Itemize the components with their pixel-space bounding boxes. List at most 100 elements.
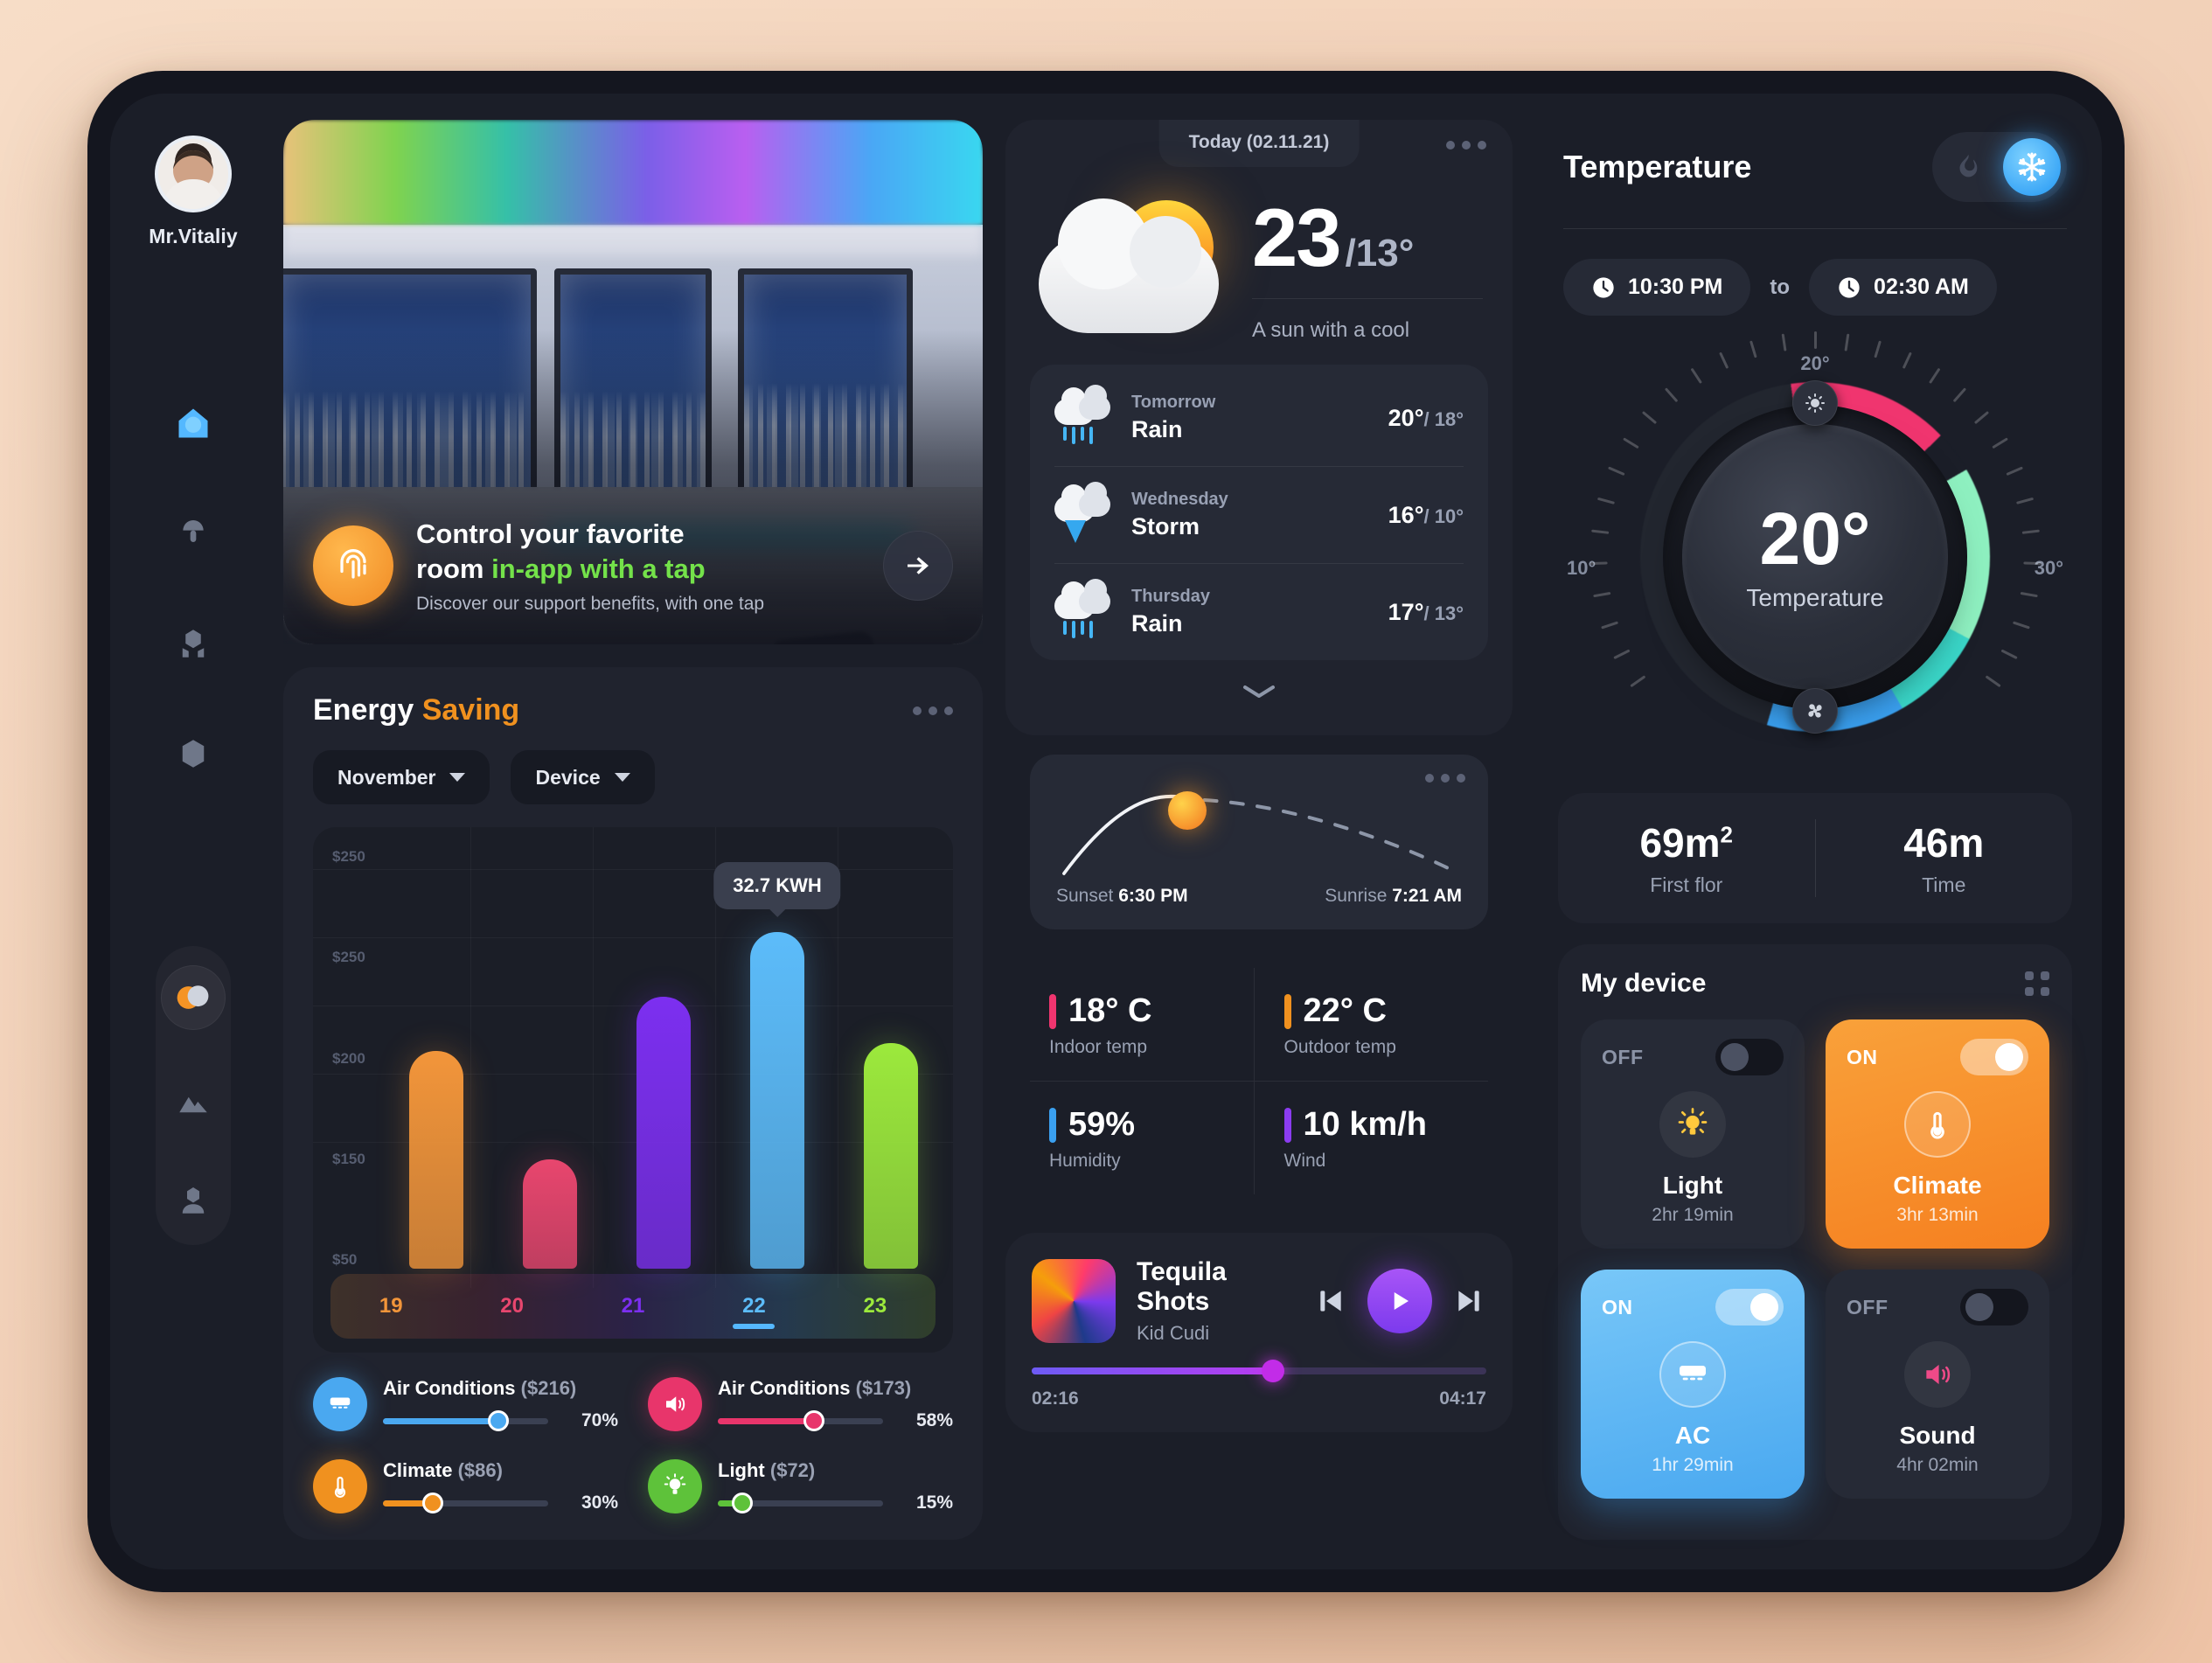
- chart-x-label[interactable]: 19: [330, 1294, 451, 1319]
- chart-bar[interactable]: [409, 1050, 463, 1269]
- device-cost: ($72): [769, 1459, 816, 1481]
- metric-value: 69m: [1639, 820, 1721, 866]
- mode-heat-button[interactable]: [1938, 138, 1996, 196]
- device-toggle[interactable]: [1960, 1039, 2028, 1075]
- mode-cool-button[interactable]: [2003, 138, 2061, 196]
- chart-y-axis: $250 $250 $200 $150 $50: [332, 848, 365, 1269]
- track-artist: Kid Cudi: [1137, 1322, 1210, 1344]
- fingerprint-icon[interactable]: [313, 525, 393, 606]
- stat-value: 18° C: [1068, 992, 1152, 1029]
- stat-humidity: 59% Humidity: [1030, 1082, 1254, 1194]
- filter-device-dropdown[interactable]: Device: [511, 750, 655, 804]
- dial-handle-cool[interactable]: [1792, 688, 1838, 734]
- dial-caption: Temperature: [1746, 584, 1884, 611]
- device-toggle[interactable]: [1715, 1289, 1784, 1326]
- hero-arrow-button[interactable]: [883, 531, 953, 601]
- time-from-button[interactable]: 10:30 PM: [1563, 259, 1751, 316]
- device-card-name: Light: [1662, 1172, 1723, 1199]
- chart-x-label[interactable]: 22: [693, 1294, 814, 1329]
- device-card[interactable]: ON Climate 3hr 13min: [1826, 1019, 2049, 1249]
- chart-x-label[interactable]: 23: [815, 1294, 936, 1319]
- time-to-button[interactable]: 02:30 AM: [1809, 259, 1997, 316]
- weather-expand-button[interactable]: [1005, 660, 1513, 716]
- device-slider-track[interactable]: [718, 1493, 883, 1513]
- sun-icon: [1168, 791, 1207, 830]
- chart-x-label[interactable]: 20: [451, 1294, 572, 1319]
- device-slider-track[interactable]: [383, 1410, 548, 1431]
- ac-icon: [313, 1377, 367, 1431]
- user-name: Mr.Vitaliy: [149, 225, 238, 247]
- device-toggle[interactable]: [1960, 1289, 2028, 1326]
- bulb-icon: [1659, 1091, 1726, 1158]
- player-progress-track[interactable]: [1032, 1360, 1486, 1382]
- device-card[interactable]: ON AC 1hr 29min: [1581, 1270, 1805, 1499]
- my-device-title: My device: [1581, 969, 1707, 998]
- stats-row: 59% Humidity 10 km/h Wind: [1030, 1081, 1488, 1194]
- chart-x-label[interactable]: 21: [573, 1294, 693, 1319]
- stat-label: Wind: [1283, 1151, 1326, 1171]
- chart-bar[interactable]: [636, 997, 691, 1269]
- player-times: 02:16 04:17: [1032, 1388, 1486, 1409]
- device-slider-track[interactable]: [718, 1410, 883, 1431]
- device-card-name: Sound: [1899, 1422, 1976, 1449]
- device-card[interactable]: OFF Light 2hr 19min: [1581, 1019, 1805, 1249]
- device-name: Air Conditions ($216): [383, 1377, 577, 1399]
- ac-icon: [1659, 1341, 1726, 1408]
- device-cost: ($173): [855, 1377, 912, 1399]
- device-card[interactable]: OFF Sound 4hr 02min: [1826, 1270, 2049, 1499]
- device-percent: 30%: [581, 1493, 618, 1513]
- chart-bars: 32.7 KWH: [409, 861, 918, 1269]
- device-cost: ($216): [520, 1377, 577, 1399]
- speaker-icon: [648, 1377, 702, 1431]
- forecast-row[interactable]: Tomorrow Rain 20°/ 18°: [1054, 370, 1464, 467]
- weather-menu-icon[interactable]: [1446, 141, 1486, 150]
- thermostat-dial[interactable]: 20° Temperature: [1640, 380, 1990, 734]
- bulb-icon: [648, 1459, 702, 1513]
- chart-bar[interactable]: [864, 1043, 918, 1269]
- energy-menu-icon[interactable]: [913, 706, 953, 715]
- device-slider-track[interactable]: [383, 1493, 548, 1513]
- forecast-row[interactable]: Wednesday Storm 16°/ 10°: [1054, 467, 1464, 564]
- sidebar-item-brightness[interactable]: [161, 965, 226, 1030]
- time-to-label: 02:30 AM: [1874, 275, 1969, 299]
- stat-outdoor-temp: 22° C Outdoor temp: [1253, 968, 1489, 1081]
- metric-sup: 2: [1720, 821, 1734, 848]
- sidebar-item-devices[interactable]: [167, 617, 219, 670]
- device-card-name: AC: [1674, 1422, 1711, 1449]
- weather-description: A sun with a cool: [1252, 297, 1483, 343]
- dial-handle-heat[interactable]: [1792, 380, 1838, 426]
- energy-device-sliders: Air Conditions ($216) 70% Air Conditions (…: [313, 1377, 953, 1513]
- device-percent: 15%: [915, 1493, 953, 1513]
- album-art: [1032, 1259, 1116, 1343]
- energy-title: Energy Saving: [313, 693, 519, 727]
- filter-device-label: Device: [535, 765, 601, 789]
- skip-back-icon[interactable]: [1313, 1284, 1348, 1319]
- room-hero-card[interactable]: Control your favorite room in-app with a…: [283, 120, 983, 644]
- ytick: $250: [332, 848, 365, 865]
- chart-bar[interactable]: [523, 1159, 577, 1269]
- grip-icon[interactable]: [2025, 971, 2049, 996]
- chart-bar[interactable]: 32.7 KWH: [713, 861, 841, 1269]
- middle-column: Today (02.11.21) 23 /13° A sun with a co…: [1005, 120, 1513, 1540]
- sidebar-item-profile[interactable]: [167, 1173, 219, 1226]
- sun-cloud-icon: [1035, 195, 1236, 344]
- filter-month-dropdown[interactable]: November: [313, 750, 490, 804]
- play-icon: [1394, 1292, 1409, 1310]
- stat-value: 10 km/h: [1303, 1106, 1428, 1143]
- sidebar-item-mountain[interactable]: [167, 1075, 219, 1128]
- forecast-condition: Rain: [1131, 416, 1183, 442]
- avatar[interactable]: [155, 136, 232, 212]
- sidebar-item-home[interactable]: [167, 397, 219, 449]
- weather-temp-high: 23: [1252, 191, 1342, 283]
- sidebar-item-lamp[interactable]: [167, 507, 219, 560]
- sidebar-item-cube[interactable]: [167, 727, 219, 780]
- play-button[interactable]: [1367, 1269, 1432, 1333]
- device-state: OFF: [1847, 1295, 1889, 1319]
- mountain-icon: [179, 1096, 207, 1113]
- forecast-row[interactable]: Thursday Rain 17°/ 13°: [1054, 564, 1464, 660]
- device-toggle[interactable]: [1715, 1039, 1784, 1075]
- device-state: OFF: [1602, 1045, 1644, 1068]
- sunset-time: 6:30 PM: [1118, 886, 1188, 906]
- skip-forward-icon[interactable]: [1451, 1284, 1486, 1319]
- energy-filters: November Device: [313, 750, 953, 804]
